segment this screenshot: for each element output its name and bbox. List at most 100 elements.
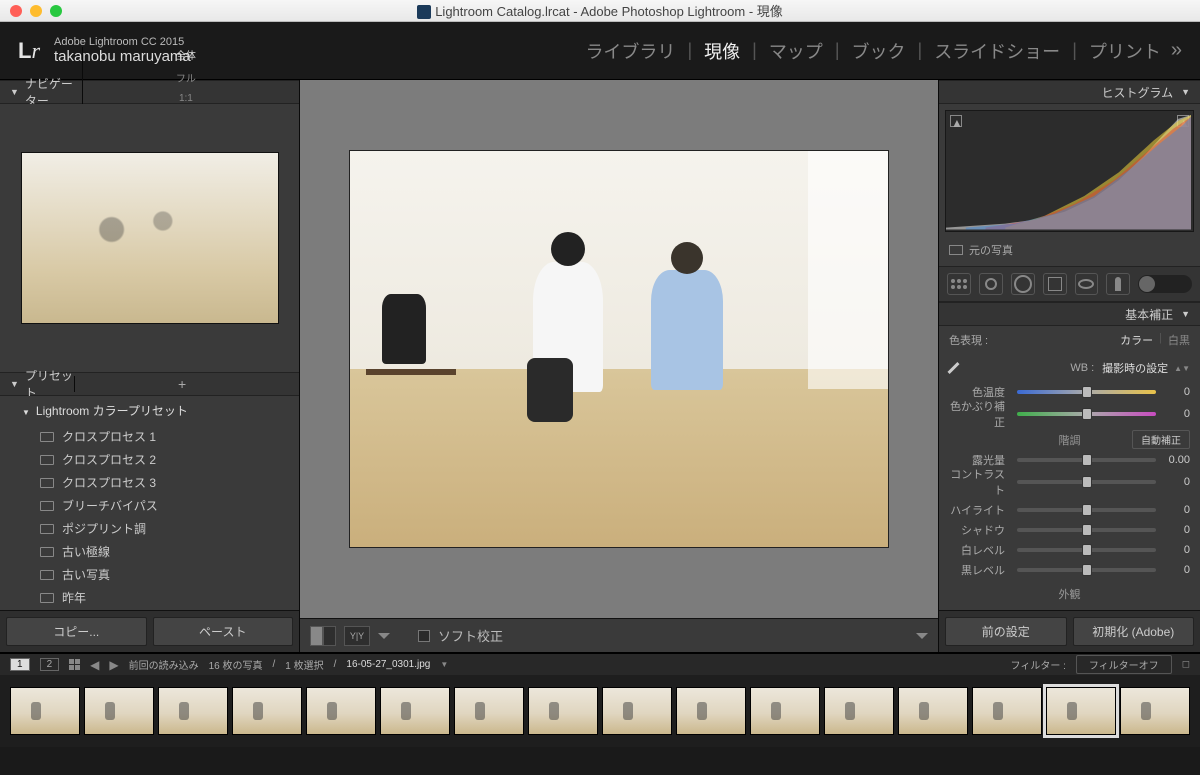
view-dropdown-icon[interactable] bbox=[378, 633, 390, 639]
navigator-preview[interactable] bbox=[0, 104, 299, 372]
zoom-window-button[interactable] bbox=[50, 5, 62, 17]
highlights-slider[interactable] bbox=[1017, 508, 1156, 512]
reset-button[interactable]: 初期化 (Adobe) bbox=[1073, 617, 1195, 646]
zoom-fill[interactable]: フル bbox=[176, 70, 196, 85]
panel-switch[interactable] bbox=[1138, 275, 1192, 293]
exposure-slider[interactable] bbox=[1017, 458, 1156, 462]
previous-settings-button[interactable]: 前の設定 bbox=[945, 617, 1067, 646]
filmstrip-thumbnail[interactable] bbox=[972, 687, 1042, 735]
minimize-window-button[interactable] bbox=[30, 5, 42, 17]
filmstrip[interactable] bbox=[0, 675, 1200, 747]
presets-header[interactable]: ▼ プリセット + bbox=[0, 372, 299, 396]
preset-item[interactable]: 古い写真 bbox=[0, 563, 299, 586]
softproof-checkbox[interactable] bbox=[418, 630, 430, 642]
spot-removal-button[interactable] bbox=[979, 273, 1003, 295]
preset-thumb-icon bbox=[40, 432, 54, 442]
nav-forward-icon[interactable]: ▶ bbox=[109, 658, 118, 672]
whites-value[interactable]: 0 bbox=[1162, 544, 1190, 556]
module-library[interactable]: ライブラリ bbox=[583, 36, 677, 66]
module-print[interactable]: プリント bbox=[1087, 36, 1163, 66]
monitor-1-button[interactable]: 1 bbox=[10, 658, 30, 671]
chevron-down-icon[interactable]: ▲▼ bbox=[1174, 364, 1190, 373]
softproof-label: ソフト校正 bbox=[438, 626, 503, 645]
preset-item[interactable]: クロスプロセス 1 bbox=[0, 425, 299, 448]
blacks-value[interactable]: 0 bbox=[1162, 564, 1190, 576]
shadows-slider[interactable] bbox=[1017, 528, 1156, 532]
tint-slider[interactable] bbox=[1017, 412, 1156, 416]
wb-eyedropper-icon[interactable] bbox=[949, 358, 969, 378]
treatment-row: 色表現 : カラー | 白黒 bbox=[949, 326, 1190, 348]
copy-settings-button[interactable]: コピー... bbox=[6, 617, 147, 646]
module-book[interactable]: ブック bbox=[850, 36, 908, 66]
preset-item[interactable]: ポジプリント調 bbox=[0, 517, 299, 540]
wb-preset-dropdown[interactable]: 撮影時の設定 bbox=[1102, 360, 1168, 376]
contrast-value[interactable]: 0 bbox=[1162, 476, 1190, 488]
filmstrip-thumbnail[interactable] bbox=[232, 687, 302, 735]
module-map[interactable]: マップ bbox=[767, 36, 825, 66]
filmstrip-thumbnail[interactable] bbox=[158, 687, 228, 735]
blacks-row: 黒レベル0 bbox=[949, 562, 1190, 578]
blacks-slider[interactable] bbox=[1017, 568, 1156, 572]
exposure-value[interactable]: 0.00 bbox=[1162, 454, 1190, 466]
preset-item[interactable]: 昨年 bbox=[0, 586, 299, 609]
monitor-2-button[interactable]: 2 bbox=[40, 658, 60, 671]
treatment-color[interactable]: カラー bbox=[1120, 332, 1153, 348]
basic-panel-header[interactable]: 基本補正 ▼ bbox=[939, 302, 1200, 326]
preset-item[interactable]: クロスプロセス 3 bbox=[0, 471, 299, 494]
redeye-tool-button[interactable] bbox=[1011, 273, 1035, 295]
preset-item[interactable]: 古い極線 bbox=[0, 540, 299, 563]
loupe-view-button[interactable] bbox=[310, 626, 336, 646]
filmstrip-thumbnail[interactable] bbox=[750, 687, 820, 735]
histogram-header[interactable]: ヒストグラム ▼ bbox=[939, 80, 1200, 104]
temp-slider[interactable] bbox=[1017, 390, 1156, 394]
source-label[interactable]: 前回の読み込み bbox=[129, 657, 199, 672]
treatment-bw[interactable]: 白黒 bbox=[1168, 332, 1190, 348]
filmstrip-thumbnail[interactable] bbox=[1046, 687, 1116, 735]
temp-value[interactable]: 0 bbox=[1162, 386, 1190, 398]
filmstrip-thumbnail[interactable] bbox=[528, 687, 598, 735]
filter-lock-icon[interactable]: ◻ bbox=[1182, 659, 1190, 670]
zoom-1-1[interactable]: 1:1 bbox=[179, 93, 193, 104]
nav-back-icon[interactable]: ◀ bbox=[90, 658, 99, 672]
preset-folder[interactable]: ▼Lightroom カラープリセット bbox=[0, 396, 299, 425]
filmstrip-thumbnail[interactable] bbox=[602, 687, 672, 735]
zoom-fit[interactable]: 全体 bbox=[176, 47, 196, 62]
image-canvas[interactable] bbox=[300, 80, 938, 618]
filmstrip-thumbnail[interactable] bbox=[676, 687, 746, 735]
filmstrip-thumbnail[interactable] bbox=[84, 687, 154, 735]
filmstrip-thumbnail[interactable] bbox=[306, 687, 376, 735]
preset-item[interactable]: クロスプロセス 2 bbox=[0, 448, 299, 471]
auto-tone-button[interactable]: 自動補正 bbox=[1132, 430, 1190, 449]
adjustment-brush-button[interactable] bbox=[1106, 273, 1130, 295]
filter-dropdown[interactable]: フィルターオフ bbox=[1076, 655, 1172, 674]
module-develop[interactable]: 現像 bbox=[702, 36, 742, 66]
tint-slider-row: 色かぶり補正 0 bbox=[949, 404, 1190, 424]
paste-settings-button[interactable]: ペースト bbox=[153, 617, 294, 646]
histogram[interactable]: ▲ ▲ bbox=[945, 110, 1194, 232]
grid-view-icon[interactable] bbox=[69, 659, 80, 670]
whites-slider[interactable] bbox=[1017, 548, 1156, 552]
tint-value[interactable]: 0 bbox=[1162, 408, 1190, 420]
shadows-value[interactable]: 0 bbox=[1162, 524, 1190, 536]
source-chevron-icon[interactable]: ▼ bbox=[440, 660, 448, 669]
module-more-icon[interactable]: » bbox=[1171, 39, 1182, 62]
filmstrip-thumbnail[interactable] bbox=[824, 687, 894, 735]
filmstrip-thumbnail[interactable] bbox=[898, 687, 968, 735]
module-slideshow[interactable]: スライドショー bbox=[932, 36, 1062, 66]
navigator-header[interactable]: ▼ ナビゲーター 全体 フル 1:1 1:2 ▼ bbox=[0, 80, 299, 104]
toolbar-more-icon[interactable] bbox=[916, 633, 928, 639]
crop-tool-button[interactable] bbox=[947, 273, 971, 295]
filmstrip-thumbnail[interactable] bbox=[10, 687, 80, 735]
radial-filter-button[interactable] bbox=[1075, 273, 1099, 295]
graduated-filter-button[interactable] bbox=[1043, 273, 1067, 295]
filmstrip-thumbnail[interactable] bbox=[1120, 687, 1190, 735]
add-preset-icon[interactable]: + bbox=[178, 376, 186, 392]
close-window-button[interactable] bbox=[10, 5, 22, 17]
original-photo-toggle[interactable]: 元の写真 bbox=[939, 238, 1200, 266]
filmstrip-thumbnail[interactable] bbox=[380, 687, 450, 735]
contrast-slider[interactable] bbox=[1017, 480, 1156, 484]
before-after-button[interactable]: Y|Y bbox=[344, 626, 370, 646]
highlights-value[interactable]: 0 bbox=[1162, 504, 1190, 516]
filmstrip-thumbnail[interactable] bbox=[454, 687, 524, 735]
preset-item[interactable]: ブリーチバイパス bbox=[0, 494, 299, 517]
